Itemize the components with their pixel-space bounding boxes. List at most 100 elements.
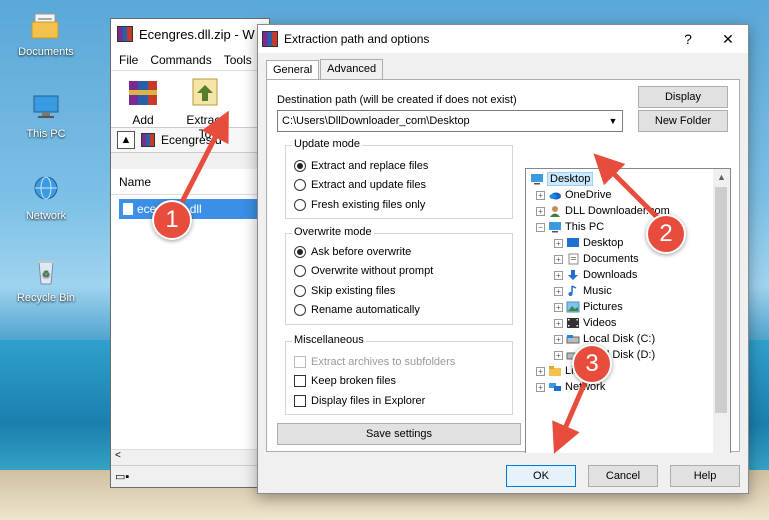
desktop-icon-documents[interactable]: Documents xyxy=(6,10,86,58)
expand-icon[interactable]: + xyxy=(536,382,545,392)
menu-file[interactable]: File xyxy=(119,53,138,67)
expand-icon[interactable]: + xyxy=(554,302,563,312)
scroll-up-icon[interactable]: ▲ xyxy=(713,172,730,182)
annotation-marker-2: 2 xyxy=(646,214,686,254)
checkbox[interactable] xyxy=(294,375,306,388)
ok-button[interactable]: OK xyxy=(506,465,576,487)
display-button[interactable]: Display xyxy=(638,86,728,108)
drive-status-icon: ▭▪ xyxy=(115,471,130,483)
dialog-logo-icon xyxy=(262,31,278,47)
desktop-icon-network[interactable]: Network xyxy=(6,174,86,222)
onedrive-icon xyxy=(549,192,561,200)
tree-node-user[interactable]: + DLL Downloader.com xyxy=(536,203,670,219)
tree-vscrollbar[interactable]: ▲ ▼ xyxy=(713,169,730,469)
expand-icon[interactable]: + xyxy=(554,270,563,280)
column-header-name[interactable]: Name xyxy=(111,169,269,195)
overwrite-option-skip[interactable]: Skip existing files xyxy=(286,281,512,301)
update-mode-title: Update mode xyxy=(292,138,363,150)
expand-icon[interactable]: + xyxy=(554,286,563,296)
close-button[interactable]: ✕ xyxy=(708,31,748,48)
tree-node-local-disk-c[interactable]: + Local Disk (C:) xyxy=(554,331,655,347)
up-folder-button[interactable]: ▲ xyxy=(117,131,135,149)
expand-icon[interactable]: + xyxy=(554,318,563,328)
file-icon xyxy=(123,203,133,215)
tree-node-videos[interactable]: + Videos xyxy=(554,315,616,331)
tab-advanced[interactable]: Advanced xyxy=(320,59,384,79)
scroll-thumb[interactable] xyxy=(715,187,727,413)
add-button[interactable]: Add xyxy=(117,75,169,127)
tree-node-pc-desktop[interactable]: + Desktop xyxy=(554,235,623,251)
overwrite-option-ask[interactable]: Ask before overwrite xyxy=(286,242,512,262)
help-title-button[interactable]: ? xyxy=(668,31,708,47)
libraries-icon xyxy=(549,366,561,376)
update-option-update[interactable]: Extract and update files xyxy=(286,176,512,196)
overwrite-option-rename[interactable]: Rename automatically xyxy=(286,301,512,321)
folder-icon xyxy=(31,13,59,39)
scroll-left-icon: < xyxy=(115,450,121,461)
new-folder-button[interactable]: New Folder xyxy=(638,110,728,132)
tab-general[interactable]: General xyxy=(266,60,320,80)
expand-icon[interactable]: + xyxy=(554,254,563,264)
destination-path-combo[interactable]: C:\Users\DllDownloader_com\Desktop ▼ xyxy=(277,110,623,132)
help-button[interactable]: Help xyxy=(670,465,740,487)
winrar-path-text: Ecengres.d xyxy=(161,133,222,147)
radio[interactable] xyxy=(294,198,306,211)
option-label: Extract archives to subfolders xyxy=(311,355,456,368)
menu-tools[interactable]: Tools xyxy=(224,53,252,67)
expand-icon[interactable]: + xyxy=(554,350,563,360)
checkbox[interactable] xyxy=(294,394,306,407)
dialog-title: Extraction path and options xyxy=(284,32,430,46)
update-option-fresh[interactable]: Fresh existing files only xyxy=(286,195,512,215)
expand-icon[interactable]: + xyxy=(554,334,563,344)
desktop-icon-label: Documents xyxy=(18,46,74,58)
extract-to-button[interactable]: Extract To xyxy=(179,75,231,141)
tree-label: This PC xyxy=(565,221,605,233)
computer-icon xyxy=(549,222,561,233)
update-option-replace[interactable]: Extract and replace files xyxy=(286,156,512,176)
radio[interactable] xyxy=(294,284,306,297)
overwrite-option-without-prompt[interactable]: Overwrite without prompt xyxy=(286,262,512,282)
overwrite-mode-title: Overwrite mode xyxy=(292,226,374,238)
tree-node-documents[interactable]: + Documents xyxy=(554,251,639,267)
option-label: Rename automatically xyxy=(311,304,420,317)
dialog-title-bar[interactable]: Extraction path and options ? ✕ xyxy=(258,25,748,53)
tree-label: Desktop xyxy=(583,237,624,249)
expand-icon[interactable]: + xyxy=(536,206,545,216)
cancel-button[interactable]: Cancel xyxy=(588,465,658,487)
misc-option-keep-broken[interactable]: Keep broken files xyxy=(286,372,512,392)
archive-icon xyxy=(141,133,155,147)
tree-label: Desktop xyxy=(547,172,594,186)
desktop-icon-recycle-bin[interactable]: ♻ Recycle Bin xyxy=(6,256,86,304)
desktop-icon-this-pc[interactable]: This PC xyxy=(6,92,86,140)
misc-option-display-explorer[interactable]: Display files in Explorer xyxy=(286,391,512,411)
recycle-bin-icon: ♻ xyxy=(37,260,55,285)
radio[interactable] xyxy=(294,179,306,192)
add-archive-icon xyxy=(129,81,157,105)
expand-icon[interactable]: + xyxy=(536,366,545,376)
tree-node-this-pc[interactable]: − This PC xyxy=(536,219,604,235)
radio-selected[interactable] xyxy=(294,245,306,258)
option-label: Ask before overwrite xyxy=(311,245,412,258)
chevron-down-icon[interactable]: ▼ xyxy=(604,116,622,126)
tree-node-onedrive[interactable]: + OneDrive xyxy=(536,187,611,203)
expand-icon[interactable]: + xyxy=(554,238,563,248)
radio[interactable] xyxy=(294,265,306,278)
winrar-title: Ecengres.dll.zip - W xyxy=(139,26,255,42)
folder-tree[interactable]: Desktop + OneDrive + DLL Downloader.com … xyxy=(525,168,731,470)
tree-node-music[interactable]: + Music xyxy=(554,283,612,299)
winrar-title-bar[interactable]: Ecengres.dll.zip - W xyxy=(111,19,269,49)
radio[interactable] xyxy=(294,304,306,317)
general-panel: Destination path (will be created if doe… xyxy=(266,79,740,470)
radio-selected[interactable] xyxy=(294,159,306,172)
tree-node-pictures[interactable]: + Pictures xyxy=(554,299,623,315)
tree-node-desktop[interactable]: Desktop xyxy=(530,171,594,187)
expand-icon[interactable]: + xyxy=(536,190,545,200)
destination-path-value: C:\Users\DllDownloader_com\Desktop xyxy=(282,115,470,127)
winrar-hscrollbar[interactable]: < xyxy=(111,449,269,465)
tree-node-downloads[interactable]: + Downloads xyxy=(554,267,637,283)
option-label: Extract and update files xyxy=(311,179,426,192)
save-settings-button[interactable]: Save settings xyxy=(277,423,521,445)
misc-option-subfolders: Extract archives to subfolders xyxy=(286,352,512,372)
menu-commands[interactable]: Commands xyxy=(150,53,211,67)
collapse-icon[interactable]: − xyxy=(536,222,545,232)
